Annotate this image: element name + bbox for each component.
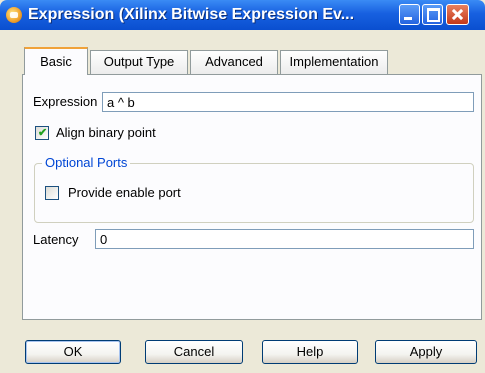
window-title: Expression (Xilinx Bitwise Expression Ev… — [28, 6, 355, 23]
align-binary-point-checkbox[interactable]: ✔ — [35, 126, 49, 140]
title-bar[interactable]: Expression (Xilinx Bitwise Expression Ev… — [0, 0, 485, 30]
expression-label: Expression — [33, 94, 98, 109]
help-button[interactable]: Help — [262, 340, 358, 364]
tab-output-type[interactable]: Output Type — [90, 50, 188, 74]
minimize-button[interactable] — [399, 4, 420, 25]
tab-advanced[interactable]: Advanced — [190, 50, 278, 74]
tab-basic[interactable]: Basic — [24, 47, 88, 75]
provide-enable-port-checkbox[interactable] — [45, 186, 59, 200]
tab-implementation[interactable]: Implementation — [280, 50, 388, 74]
close-button[interactable] — [446, 4, 469, 25]
align-binary-point-label: Align binary point — [56, 125, 156, 140]
optional-ports-group: Optional Ports Provide enable port — [34, 155, 474, 223]
expression-field[interactable] — [102, 92, 474, 112]
latency-label: Latency — [33, 232, 79, 247]
apply-button[interactable]: Apply — [375, 340, 477, 364]
checkmark-icon: ✔ — [38, 127, 48, 139]
sysgen-icon — [6, 7, 22, 23]
optional-ports-title: Optional Ports — [42, 155, 131, 170]
cancel-button[interactable]: Cancel — [145, 340, 243, 364]
dialog-window: Expression (Xilinx Bitwise Expression Ev… — [0, 0, 485, 373]
provide-enable-port-label: Provide enable port — [68, 185, 181, 200]
ok-button[interactable]: OK — [25, 340, 121, 364]
latency-field[interactable] — [95, 229, 474, 249]
maximize-button[interactable] — [422, 4, 443, 25]
tab-panel-basic: Expression ✔ Align binary point Optional… — [22, 74, 482, 320]
